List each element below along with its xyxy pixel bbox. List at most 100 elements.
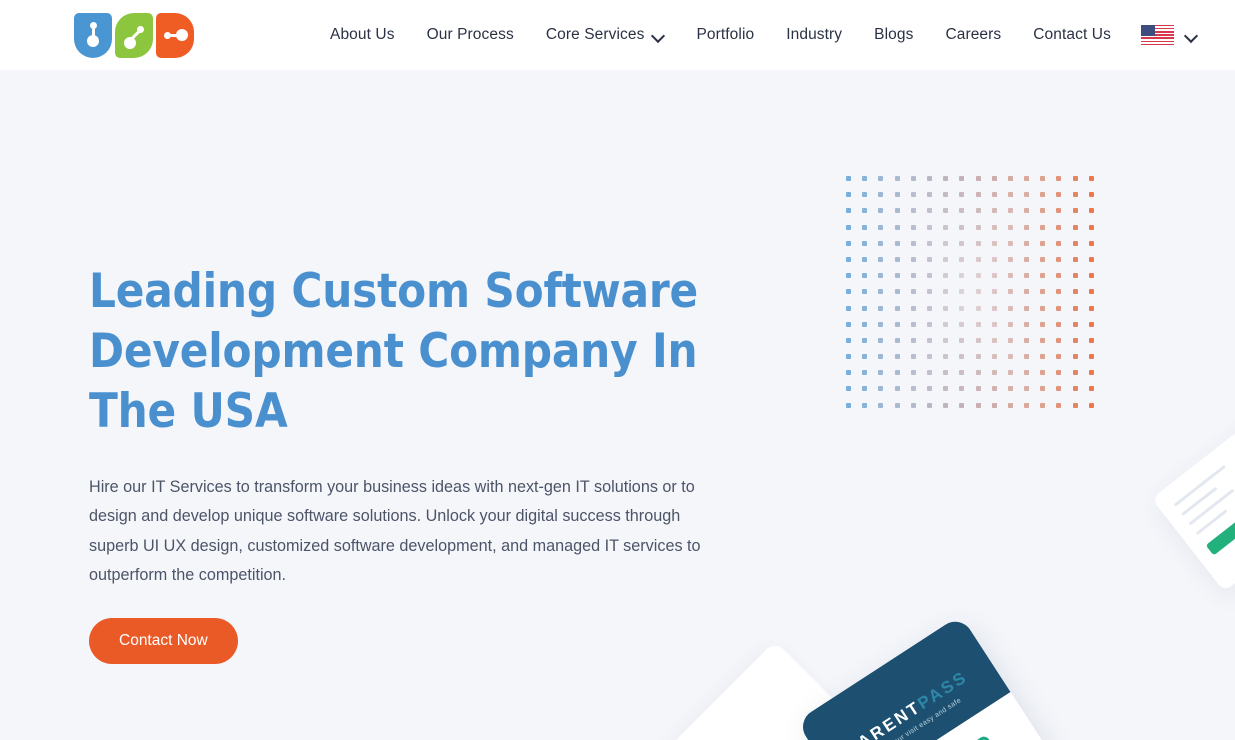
- grid-dot: [991, 305, 997, 311]
- grid-dot: [959, 321, 965, 327]
- grid-dot: [1024, 402, 1030, 408]
- nav-item-industry[interactable]: Industry: [770, 26, 858, 44]
- landing-page: About Us Our Process Core Services Portf…: [0, 0, 1235, 740]
- nav-item-blogs[interactable]: Blogs: [858, 26, 929, 44]
- nav-label: Core Services: [545, 26, 645, 43]
- grid-dot: [975, 305, 981, 311]
- grid-dot: [1072, 289, 1078, 295]
- grid-dot: [1072, 337, 1078, 343]
- grid-dot: [991, 402, 997, 408]
- grid-dot: [846, 354, 851, 360]
- tilted-card-right: [1151, 406, 1235, 592]
- grid-dot: [846, 240, 851, 246]
- grid-dot: [894, 337, 900, 343]
- grid-dot: [1088, 224, 1094, 230]
- site-header: About Us Our Process Core Services Portf…: [0, 0, 1235, 70]
- grid-dot: [1072, 240, 1078, 246]
- phone-notch: [847, 660, 905, 702]
- grid-dot: [926, 354, 932, 360]
- grid-dot: [894, 176, 900, 181]
- grid-dot: [926, 192, 932, 198]
- grid-dot: [1072, 354, 1078, 360]
- grid-dot: [846, 370, 851, 376]
- grid-dot: [991, 192, 997, 198]
- grid-dot: [1072, 370, 1078, 376]
- grid-dot: [894, 208, 900, 214]
- grid-dot: [959, 224, 965, 230]
- shield-tile-icon: [74, 12, 112, 58]
- grid-dot: [878, 192, 884, 198]
- nav-item-core-services[interactable]: Core Services: [530, 26, 681, 44]
- grid-dot: [1072, 192, 1078, 198]
- language-selector[interactable]: [1140, 24, 1197, 46]
- contact-now-button[interactable]: Contact Now: [89, 618, 238, 664]
- grid-dot: [1024, 208, 1030, 214]
- grid-dot: [975, 224, 981, 230]
- grid-dot: [1072, 273, 1078, 279]
- grid-dot: [1040, 354, 1046, 360]
- grid-dot: [1007, 402, 1013, 408]
- brand-logo[interactable]: [74, 12, 194, 58]
- grid-dot: [943, 370, 949, 376]
- grid-dot: [1056, 337, 1062, 343]
- grid-dot: [943, 354, 949, 360]
- grid-dot: [1056, 402, 1062, 408]
- d-tile-icon: [156, 12, 194, 58]
- grid-dot: [894, 305, 900, 311]
- grid-dot: [1088, 370, 1094, 376]
- grid-dot: [1072, 386, 1078, 392]
- grid-dot: [1056, 386, 1062, 392]
- grid-dot: [959, 192, 965, 198]
- grid-dot: [1040, 273, 1046, 279]
- grid-dot: [926, 224, 932, 230]
- grid-dot: [975, 289, 981, 295]
- grid-dot: [878, 321, 884, 327]
- grid-dot: [878, 354, 884, 360]
- grid-dot: [1072, 176, 1078, 181]
- grid-dot: [991, 337, 997, 343]
- grid-dot: [1024, 240, 1030, 246]
- grid-dot: [943, 321, 949, 327]
- grid-dot: [991, 354, 997, 360]
- grid-dot: [943, 240, 949, 246]
- grid-dot: [926, 208, 932, 214]
- nav-item-portfolio[interactable]: Portfolio: [680, 26, 770, 44]
- nav-item-careers[interactable]: Careers: [929, 26, 1017, 44]
- grid-dot: [1088, 321, 1094, 327]
- grid-dot: [1024, 273, 1030, 279]
- nav-item-contact-us[interactable]: Contact Us: [1017, 26, 1127, 44]
- grid-dot: [1056, 354, 1062, 360]
- grid-dot: [926, 240, 932, 246]
- grid-dot: [910, 176, 916, 181]
- grid-dot: [959, 289, 965, 295]
- grid-dot: [943, 273, 949, 279]
- grid-dot: [1024, 289, 1030, 295]
- grid-dot: [926, 370, 932, 376]
- grid-dot: [1056, 289, 1062, 295]
- grid-dot: [846, 305, 851, 311]
- grid-dot: [862, 386, 868, 392]
- grid-dot: [991, 176, 997, 181]
- page-title: Leading Custom Software Development Comp…: [89, 264, 698, 439]
- nav-item-about-us[interactable]: About Us: [314, 26, 411, 44]
- grid-dot: [1088, 337, 1094, 343]
- nav-label: Careers: [945, 26, 1002, 43]
- grid-dot: [1072, 224, 1078, 230]
- grid-dot: [1040, 305, 1046, 311]
- grid-dot: [943, 337, 949, 343]
- grid-dot: [1088, 273, 1094, 279]
- grid-dot: [991, 256, 997, 262]
- grid-dot: [943, 289, 949, 295]
- grid-dot: [1088, 402, 1094, 408]
- grid-dot: [943, 305, 949, 311]
- grid-dot: [910, 240, 916, 246]
- grid-dot: [926, 256, 932, 262]
- grid-dot: [1024, 224, 1030, 230]
- grid-dot: [846, 321, 851, 327]
- grid-dot: [926, 386, 932, 392]
- nav-item-our-process[interactable]: Our Process: [411, 26, 530, 44]
- grid-dot: [975, 240, 981, 246]
- grid-dot: [1088, 305, 1094, 311]
- chevron-down-icon: [1186, 30, 1197, 41]
- grid-dot: [894, 273, 900, 279]
